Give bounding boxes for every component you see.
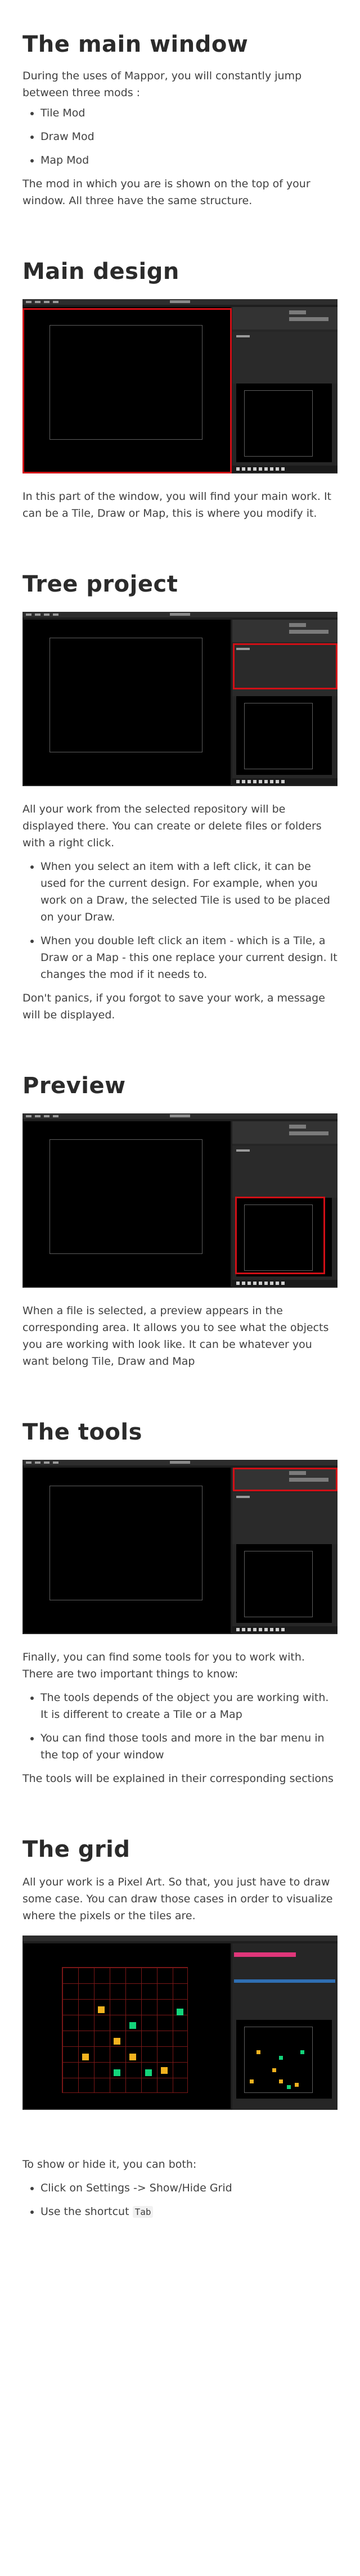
doc-page: The main window During the uses of Mappo… (0, 0, 360, 2221)
grid-show-hide: To show or hide it, you can both: (22, 2158, 197, 2171)
heading-preview: Preview (22, 1073, 126, 1099)
heading-grid: The grid (22, 1837, 130, 1862)
tools-bullet: The tools depends of the object you are … (40, 1689, 338, 1723)
tree-project-list: When you select an item with a left clic… (22, 858, 338, 983)
pixel-grid (62, 1967, 188, 2093)
preview-text: When a file is selected, a preview appea… (22, 1305, 329, 1368)
tree-project-text: All your work from the selected reposito… (22, 803, 322, 849)
mods-list: Tile Mod Draw Mod Map Mod (22, 105, 338, 169)
mod-item: Draw Mod (40, 128, 338, 145)
grid-bullet-text: Use the shortcut (40, 2205, 133, 2218)
tree-project-note: Don't panics, if you forgot to save your… (22, 992, 325, 1021)
screenshot-preview (22, 1113, 338, 1288)
screenshot-tools (22, 1460, 338, 1634)
mod-item: Map Mod (40, 152, 338, 169)
tree-bullet: When you double left click an item - whi… (40, 932, 338, 983)
screenshot-tree-project (22, 612, 338, 786)
tools-text: Finally, you can find some tools for you… (22, 1651, 305, 1680)
mod-item: Tile Mod (40, 105, 338, 121)
tools-note: The tools will be explained in their cor… (22, 1772, 334, 1785)
shortcut-key: Tab (132, 2206, 154, 2218)
screenshot-main-design (22, 299, 338, 473)
highlight-box (235, 1197, 325, 1274)
heading-tree-project: Tree project (22, 571, 178, 597)
tools-list: The tools depends of the object you are … (22, 1689, 338, 1763)
mods-note: The mod in which you are is shown on the… (22, 178, 310, 207)
grid-bullet: Use the shortcut Tab (40, 2203, 338, 2221)
grid-list: Click on Settings -> Show/Hide Grid Use … (22, 2180, 338, 2221)
highlight-box (233, 643, 338, 689)
grid-text: All your work is a Pixel Art. So that, y… (22, 1876, 333, 1922)
tools-bullet: You can find those tools and more in the… (40, 1730, 338, 1763)
heading-tools: The tools (22, 1419, 142, 1445)
tree-bullet: When you select an item with a left clic… (40, 858, 338, 926)
screenshot-grid (22, 1936, 338, 2110)
page-title: The main window (22, 31, 249, 57)
grid-bullet: Click on Settings -> Show/Hide Grid (40, 2180, 338, 2196)
main-design-text: In this part of the window, you will fin… (22, 490, 331, 520)
highlight-box (233, 1468, 338, 1491)
intro-text: During the uses of Mappor, you will cons… (22, 70, 302, 99)
heading-main-design: Main design (22, 259, 179, 285)
highlight-box (22, 308, 232, 473)
